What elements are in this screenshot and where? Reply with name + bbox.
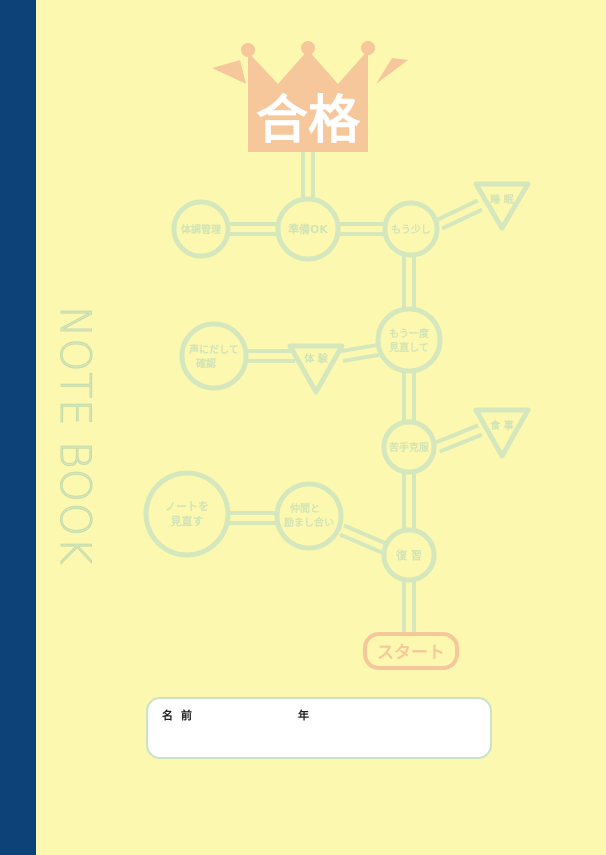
node-koe	[179, 321, 249, 391]
label-nakama-1: 仲間と	[290, 502, 320, 515]
crown-jewel-right	[361, 41, 375, 55]
label-koe-1: 声にだして	[188, 343, 239, 356]
label-mouichido-2: 見直して	[388, 341, 429, 354]
year-label: 年	[298, 709, 309, 722]
label-note-1: ノートを	[165, 500, 209, 513]
label-taichou: 体調管理	[181, 223, 221, 236]
label-mousukoshi: もう少し	[391, 223, 431, 236]
crown-jewel-center	[301, 41, 315, 55]
crown-text: 合格	[256, 91, 361, 151]
label-shokuji: 食 事	[489, 419, 513, 432]
label-junbi: 準備OK	[288, 222, 328, 236]
label-taiken: 体 験	[304, 352, 328, 365]
name-field-box[interactable]: 名前 年	[146, 697, 492, 759]
node-shokuji	[473, 407, 531, 459]
label-note-2: 見直す	[170, 514, 204, 528]
label-fukushu: 復 習	[395, 548, 422, 562]
node-note	[143, 470, 231, 558]
label-nigate: 苦手克服	[389, 441, 430, 454]
crown-ray-left	[212, 60, 246, 84]
node-suimin	[473, 181, 531, 231]
name-label: 名前	[162, 709, 200, 722]
start-label: スタート	[377, 643, 445, 663]
label-nakama-2: 励まし合い	[284, 516, 334, 529]
node-nakama	[274, 481, 344, 551]
crown-ray-right	[376, 58, 408, 84]
node-mouichido	[375, 306, 443, 374]
crown-jewel-left	[241, 43, 255, 57]
node-taiken	[287, 343, 345, 395]
label-suimin: 睡 眠	[490, 193, 513, 206]
crown: 合格	[212, 41, 408, 152]
label-koe-2: 確認	[196, 357, 216, 370]
label-mouichido-1: もう一度	[389, 327, 430, 340]
